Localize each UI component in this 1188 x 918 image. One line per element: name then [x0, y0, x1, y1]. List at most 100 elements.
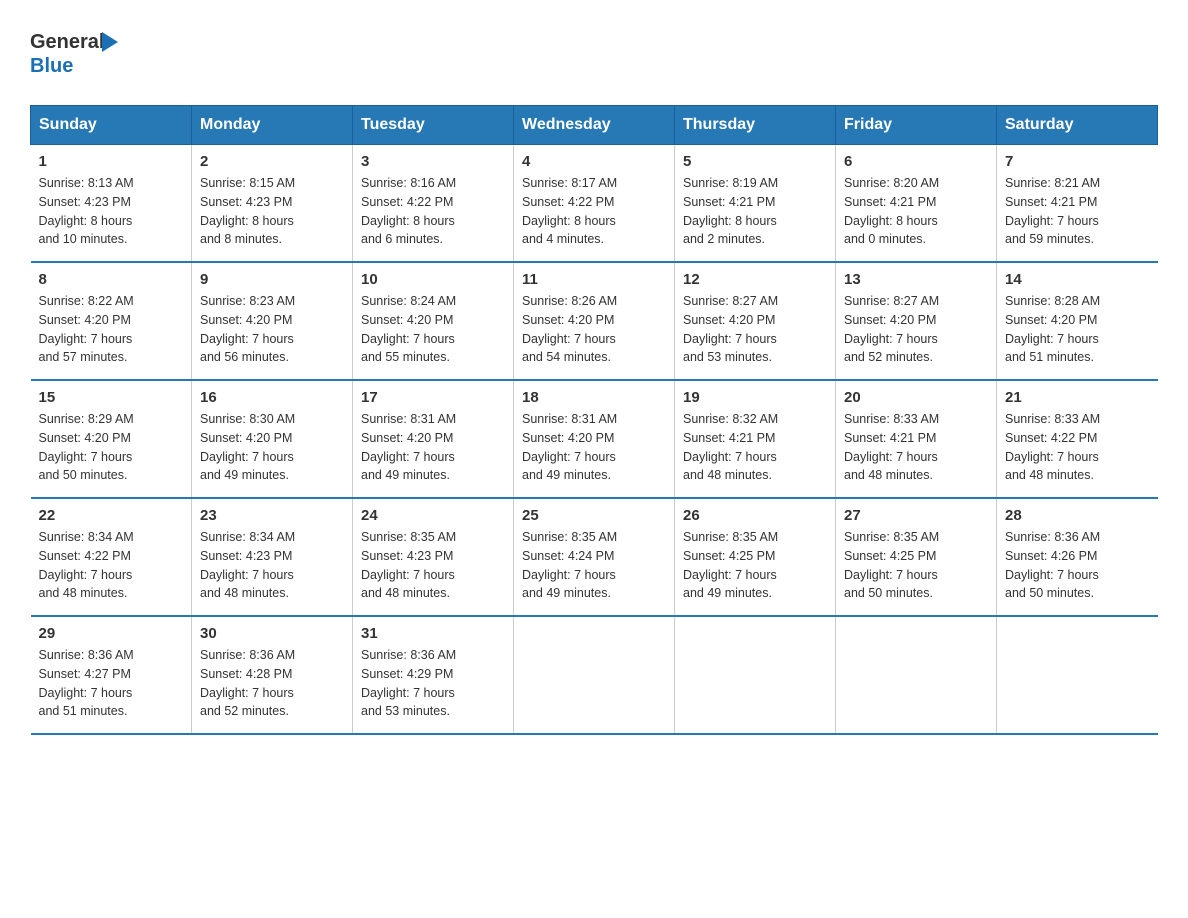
day-info: Sunrise: 8:16 AM Sunset: 4:22 PM Dayligh…: [361, 174, 505, 249]
day-info: Sunrise: 8:23 AM Sunset: 4:20 PM Dayligh…: [200, 292, 344, 367]
weekday-header-tuesday: Tuesday: [353, 106, 514, 145]
day-info: Sunrise: 8:29 AM Sunset: 4:20 PM Dayligh…: [39, 410, 184, 485]
day-number: 14: [1005, 271, 1150, 288]
day-cell: 14 Sunrise: 8:28 AM Sunset: 4:20 PM Dayli…: [997, 262, 1158, 380]
day-cell: [514, 616, 675, 734]
day-info: Sunrise: 8:26 AM Sunset: 4:20 PM Dayligh…: [522, 292, 666, 367]
day-cell: 1 Sunrise: 8:13 AM Sunset: 4:23 PM Daylig…: [31, 145, 192, 263]
day-cell: 16 Sunrise: 8:30 AM Sunset: 4:20 PM Dayli…: [192, 380, 353, 498]
week-row-2: 8 Sunrise: 8:22 AM Sunset: 4:20 PM Daylig…: [31, 262, 1158, 380]
day-cell: 12Sunrise: 8:27 AM Sunset: 4:20 PM Dayli…: [675, 262, 836, 380]
weekday-header-thursday: Thursday: [675, 106, 836, 145]
day-cell: 19Sunrise: 8:32 AM Sunset: 4:21 PM Dayli…: [675, 380, 836, 498]
day-info: Sunrise: 8:13 AM Sunset: 4:23 PM Dayligh…: [39, 174, 184, 249]
day-info: Sunrise: 8:19 AM Sunset: 4:21 PM Dayligh…: [683, 174, 827, 249]
svg-text:Blue: Blue: [30, 55, 73, 77]
day-info: Sunrise: 8:33 AM Sunset: 4:22 PM Dayligh…: [1005, 410, 1150, 485]
day-cell: 31 Sunrise: 8:36 AM Sunset: 4:29 PM Dayli…: [353, 616, 514, 734]
week-row-5: 29Sunrise: 8:36 AM Sunset: 4:27 PM Dayli…: [31, 616, 1158, 734]
day-number: 1: [39, 153, 184, 170]
day-cell: 3 Sunrise: 8:16 AM Sunset: 4:22 PM Daylig…: [353, 145, 514, 263]
day-info: Sunrise: 8:36 AM Sunset: 4:29 PM Dayligh…: [361, 646, 505, 721]
day-cell: 7 Sunrise: 8:21 AM Sunset: 4:21 PM Daylig…: [997, 145, 1158, 263]
day-cell: 9Sunrise: 8:23 AM Sunset: 4:20 PM Daylig…: [192, 262, 353, 380]
week-row-1: 1 Sunrise: 8:13 AM Sunset: 4:23 PM Daylig…: [31, 145, 1158, 263]
day-info: Sunrise: 8:22 AM Sunset: 4:20 PM Dayligh…: [39, 292, 184, 367]
day-number: 6: [844, 153, 988, 170]
day-number: 21: [1005, 389, 1150, 406]
day-number: 11: [522, 271, 666, 288]
day-info: Sunrise: 8:35 AM Sunset: 4:25 PM Dayligh…: [844, 528, 988, 603]
day-number: 25: [522, 507, 666, 524]
day-info: Sunrise: 8:31 AM Sunset: 4:20 PM Dayligh…: [522, 410, 666, 485]
day-cell: 25 Sunrise: 8:35 AM Sunset: 4:24 PM Dayli…: [514, 498, 675, 616]
day-cell: 18 Sunrise: 8:31 AM Sunset: 4:20 PM Dayli…: [514, 380, 675, 498]
day-info: Sunrise: 8:28 AM Sunset: 4:20 PM Dayligh…: [1005, 292, 1150, 367]
day-info: Sunrise: 8:24 AM Sunset: 4:20 PM Dayligh…: [361, 292, 505, 367]
day-cell: 13 Sunrise: 8:27 AM Sunset: 4:20 PM Dayli…: [836, 262, 997, 380]
day-info: Sunrise: 8:34 AM Sunset: 4:23 PM Dayligh…: [200, 528, 344, 603]
day-number: 20: [844, 389, 988, 406]
day-cell: 6 Sunrise: 8:20 AM Sunset: 4:21 PM Daylig…: [836, 145, 997, 263]
day-number: 10: [361, 271, 505, 288]
weekday-header-saturday: Saturday: [997, 106, 1158, 145]
day-number: 4: [522, 153, 666, 170]
day-cell: 2 Sunrise: 8:15 AM Sunset: 4:23 PM Daylig…: [192, 145, 353, 263]
day-number: 3: [361, 153, 505, 170]
day-info: Sunrise: 8:36 AM Sunset: 4:27 PM Dayligh…: [39, 646, 184, 721]
day-info: Sunrise: 8:20 AM Sunset: 4:21 PM Dayligh…: [844, 174, 988, 249]
day-number: 13: [844, 271, 988, 288]
day-cell: 22 Sunrise: 8:34 AM Sunset: 4:22 PM Dayli…: [31, 498, 192, 616]
day-number: 31: [361, 625, 505, 642]
day-info: Sunrise: 8:36 AM Sunset: 4:26 PM Dayligh…: [1005, 528, 1150, 603]
day-number: 26: [683, 507, 827, 524]
day-number: 15: [39, 389, 184, 406]
day-number: 17: [361, 389, 505, 406]
day-cell: 11 Sunrise: 8:26 AM Sunset: 4:20 PM Dayli…: [514, 262, 675, 380]
day-cell: 30 Sunrise: 8:36 AM Sunset: 4:28 PM Dayli…: [192, 616, 353, 734]
day-number: 27: [844, 507, 988, 524]
day-cell: 5 Sunrise: 8:19 AM Sunset: 4:21 PM Daylig…: [675, 145, 836, 263]
day-cell: 15 Sunrise: 8:29 AM Sunset: 4:20 PM Dayli…: [31, 380, 192, 498]
day-info: Sunrise: 8:34 AM Sunset: 4:22 PM Dayligh…: [39, 528, 184, 603]
day-number: 22: [39, 507, 184, 524]
day-info: Sunrise: 8:35 AM Sunset: 4:24 PM Dayligh…: [522, 528, 666, 603]
day-number: 5: [683, 153, 827, 170]
day-info: Sunrise: 8:35 AM Sunset: 4:25 PM Dayligh…: [683, 528, 827, 603]
day-cell: 23Sunrise: 8:34 AM Sunset: 4:23 PM Dayli…: [192, 498, 353, 616]
day-number: 8: [39, 271, 184, 288]
day-number: 12: [683, 271, 827, 288]
day-info: Sunrise: 8:17 AM Sunset: 4:22 PM Dayligh…: [522, 174, 666, 249]
calendar-table: SundayMondayTuesdayWednesdayThursdayFrid…: [30, 105, 1158, 735]
day-cell: [997, 616, 1158, 734]
day-cell: 4 Sunrise: 8:17 AM Sunset: 4:22 PM Daylig…: [514, 145, 675, 263]
day-info: Sunrise: 8:15 AM Sunset: 4:23 PM Dayligh…: [200, 174, 344, 249]
day-cell: 29Sunrise: 8:36 AM Sunset: 4:27 PM Dayli…: [31, 616, 192, 734]
day-number: 30: [200, 625, 344, 642]
day-cell: 8 Sunrise: 8:22 AM Sunset: 4:20 PM Daylig…: [31, 262, 192, 380]
svg-text:General: General: [30, 31, 104, 53]
day-number: 16: [200, 389, 344, 406]
logo-svg: General Blue: [30, 20, 130, 85]
day-info: Sunrise: 8:30 AM Sunset: 4:20 PM Dayligh…: [200, 410, 344, 485]
day-number: 28: [1005, 507, 1150, 524]
day-cell: 27 Sunrise: 8:35 AM Sunset: 4:25 PM Dayli…: [836, 498, 997, 616]
day-number: 7: [1005, 153, 1150, 170]
day-info: Sunrise: 8:32 AM Sunset: 4:21 PM Dayligh…: [683, 410, 827, 485]
day-cell: [836, 616, 997, 734]
day-cell: 24Sunrise: 8:35 AM Sunset: 4:23 PM Dayli…: [353, 498, 514, 616]
weekday-header-row: SundayMondayTuesdayWednesdayThursdayFrid…: [31, 106, 1158, 145]
weekday-header-sunday: Sunday: [31, 106, 192, 145]
day-info: Sunrise: 8:27 AM Sunset: 4:20 PM Dayligh…: [844, 292, 988, 367]
logo: General Blue: [30, 20, 130, 85]
day-number: 2: [200, 153, 344, 170]
day-number: 18: [522, 389, 666, 406]
day-cell: 20Sunrise: 8:33 AM Sunset: 4:21 PM Dayli…: [836, 380, 997, 498]
day-cell: 10 Sunrise: 8:24 AM Sunset: 4:20 PM Dayli…: [353, 262, 514, 380]
day-cell: [675, 616, 836, 734]
day-info: Sunrise: 8:31 AM Sunset: 4:20 PM Dayligh…: [361, 410, 505, 485]
week-row-3: 15 Sunrise: 8:29 AM Sunset: 4:20 PM Dayli…: [31, 380, 1158, 498]
day-info: Sunrise: 8:36 AM Sunset: 4:28 PM Dayligh…: [200, 646, 344, 721]
day-info: Sunrise: 8:21 AM Sunset: 4:21 PM Dayligh…: [1005, 174, 1150, 249]
page-header: General Blue: [30, 20, 1158, 85]
